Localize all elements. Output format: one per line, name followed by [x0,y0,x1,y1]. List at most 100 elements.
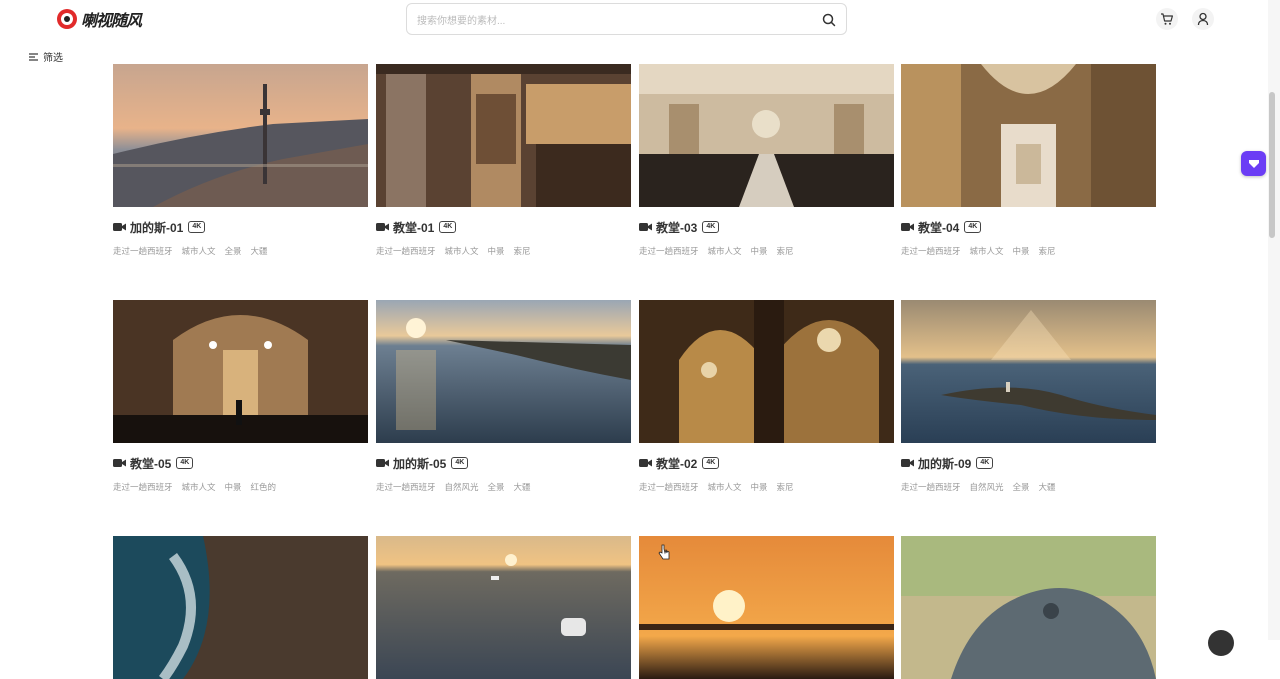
asset-card[interactable]: 教堂-02 4K 走过一趟西班牙 城市人文 中景 索尼 [639,300,894,492]
scrollbar-thumb[interactable] [1269,92,1275,238]
card-title[interactable]: 加的斯-09 [918,455,971,472]
card-title[interactable]: 教堂-04 [918,219,959,236]
asset-card[interactable]: 教堂-01 4K 走过一趟西班牙 城市人文 中景 索尼 [376,64,631,256]
thumbnail[interactable] [901,300,1156,443]
resolution-badge: 4K [702,457,720,469]
thumbnail[interactable] [376,300,631,443]
tag[interactable]: 中景 [1013,245,1030,257]
search-box [406,3,847,35]
side-widget-button[interactable] [1241,151,1266,176]
video-camera-icon [376,223,389,231]
tag[interactable]: 全景 [225,245,242,257]
tag[interactable]: 索尼 [1039,245,1056,257]
thumbnail[interactable] [639,64,894,207]
thumbnail[interactable] [901,536,1156,679]
tag[interactable]: 中景 [751,481,768,493]
asset-card[interactable]: 教堂-05 4K 走过一趟西班牙 城市人文 中景 红色的 [113,300,368,492]
video-camera-icon [639,459,652,467]
tag[interactable]: 自然风光 [970,481,1004,493]
tag[interactable]: 全景 [1013,481,1030,493]
tag-list: 走过一趟西班牙 自然风光 全景 大疆 [901,481,1056,493]
thumbnail[interactable] [639,536,894,679]
thumbnail[interactable] [376,64,631,207]
hand-cursor-icon [658,544,670,560]
tag[interactable]: 走过一趟西班牙 [113,481,173,493]
tag-list: 走过一趟西班牙 城市人文 全景 大疆 [113,245,268,257]
tag[interactable]: 城市人文 [708,245,742,257]
tag[interactable]: 走过一趟西班牙 [901,245,961,257]
thumbnail[interactable] [113,64,368,207]
asset-card[interactable]: 教堂-04 4K 走过一趟西班牙 城市人文 中景 索尼 [901,64,1156,256]
tag[interactable]: 城市人文 [182,245,216,257]
filter-toggle[interactable]: 筛选 [29,49,63,64]
resolution-badge: 4K [702,221,720,233]
card-title[interactable]: 教堂-03 [656,219,697,236]
tag[interactable]: 索尼 [777,245,794,257]
card-title-row: 教堂-05 4K [113,455,194,472]
card-title[interactable]: 加的斯-05 [393,455,446,472]
tag[interactable]: 大疆 [1039,481,1056,493]
tag[interactable]: 走过一趟西班牙 [639,481,699,493]
thumbnail[interactable] [113,536,368,679]
user-button[interactable] [1192,8,1214,30]
card-title-row: 教堂-02 4K [639,455,720,472]
tag[interactable]: 大疆 [251,245,268,257]
card-title-row: 加的斯-09 4K [901,455,994,472]
tag[interactable]: 中景 [488,245,505,257]
tag[interactable]: 走过一趟西班牙 [113,245,173,257]
filter-icon [29,52,38,61]
logo-icon [57,9,77,29]
tag[interactable]: 索尼 [777,481,794,493]
tag[interactable]: 红色的 [251,481,277,493]
tag[interactable]: 走过一趟西班牙 [376,245,436,257]
tag[interactable]: 城市人文 [182,481,216,493]
tag-list: 走过一趟西班牙 自然风光 全景 大疆 [376,481,531,493]
tag-list: 走过一趟西班牙 城市人文 中景 索尼 [376,245,531,257]
asset-card[interactable] [376,536,631,679]
tag-list: 走过一趟西班牙 城市人文 中景 索尼 [639,245,794,257]
asset-card[interactable] [113,536,368,679]
back-to-top-button[interactable] [1208,630,1234,656]
tag[interactable]: 走过一趟西班牙 [639,245,699,257]
card-title[interactable]: 教堂-01 [393,219,434,236]
cart-button[interactable] [1156,8,1178,30]
tag[interactable]: 城市人文 [970,245,1004,257]
search-icon[interactable] [822,13,836,27]
tag[interactable]: 自然风光 [445,481,479,493]
resolution-badge: 4K [176,457,194,469]
tag[interactable]: 城市人文 [708,481,742,493]
asset-card[interactable] [639,536,894,679]
tag[interactable]: 大疆 [514,481,531,493]
tag-list: 走过一趟西班牙 城市人文 中景 索尼 [639,481,794,493]
asset-card[interactable]: 教堂-03 4K 走过一趟西班牙 城市人文 中景 索尼 [639,64,894,256]
resolution-badge: 4K [188,221,206,233]
tag[interactable]: 全景 [488,481,505,493]
logo-text: 喇视随风 [81,13,142,30]
gift-icon [1248,159,1259,168]
tag[interactable]: 城市人文 [445,245,479,257]
search-input[interactable] [415,10,809,32]
card-title[interactable]: 教堂-05 [130,455,171,472]
thumbnail[interactable] [376,536,631,679]
card-title-row: 加的斯-05 4K [376,455,469,472]
card-title[interactable]: 教堂-02 [656,455,697,472]
tag-list: 走过一趟西班牙 城市人文 中景 红色的 [113,481,276,493]
asset-card[interactable]: 加的斯-05 4K 走过一趟西班牙 自然风光 全景 大疆 [376,300,631,492]
tag[interactable]: 走过一趟西班牙 [376,481,436,493]
thumbnail[interactable] [639,300,894,443]
resolution-badge: 4K [964,221,982,233]
thumbnail[interactable] [113,300,368,443]
tag[interactable]: 走过一趟西班牙 [901,481,961,493]
tag[interactable]: 索尼 [514,245,531,257]
asset-card[interactable]: 加的斯-09 4K 走过一趟西班牙 自然风光 全景 大疆 [901,300,1156,492]
site-logo[interactable]: 喇视随风 [57,8,142,30]
asset-card[interactable]: 加的斯-01 4K 走过一趟西班牙 城市人文 全景 大疆 [113,64,368,256]
tag[interactable]: 中景 [225,481,242,493]
video-camera-icon [376,459,389,467]
video-camera-icon [113,223,126,231]
tag[interactable]: 中景 [751,245,768,257]
video-camera-icon [901,223,914,231]
thumbnail[interactable] [901,64,1156,207]
card-title[interactable]: 加的斯-01 [130,219,183,236]
asset-card[interactable] [901,536,1156,679]
